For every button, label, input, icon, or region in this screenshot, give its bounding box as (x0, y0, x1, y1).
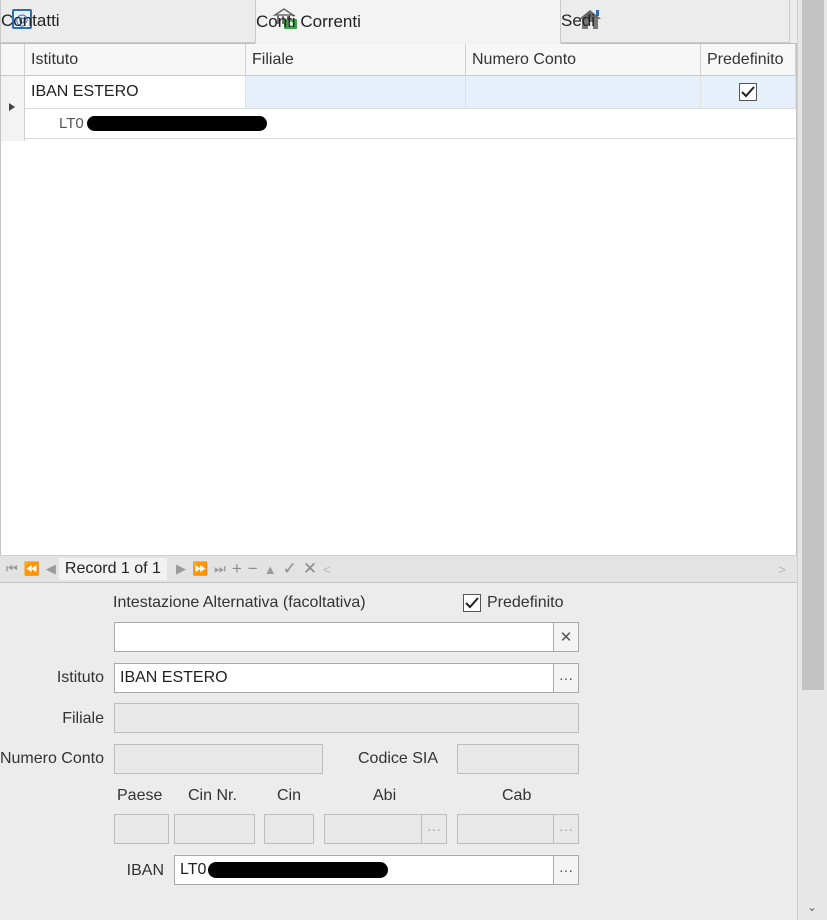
paese-label: Paese (117, 787, 163, 804)
row-pointer-icon (9, 103, 15, 111)
cell-numero-conto[interactable] (466, 76, 701, 108)
clear-button[interactable]: ✕ (553, 622, 579, 652)
row-indicator[interactable] (1, 76, 25, 141)
abi-label: Abi (373, 787, 397, 804)
predefinito-form-checkbox[interactable] (463, 594, 481, 612)
cell-filiale[interactable] (246, 76, 466, 108)
predefinito-checkbox[interactable] (739, 83, 757, 101)
paese-field[interactable] (114, 814, 169, 844)
scroll-down-icon[interactable]: ⌄ (807, 900, 817, 914)
tab-bar: @ Contatti Conti Correnti Sedi (0, 0, 797, 44)
istituto-field[interactable]: IBAN ESTERO (114, 663, 554, 693)
scrollbar-thumb[interactable] (802, 0, 824, 690)
tab-sedi-label: Sedi (561, 11, 596, 30)
filiale-label: Filiale (62, 710, 104, 727)
tab-conti-correnti[interactable]: Conti Correnti (255, 0, 561, 44)
detail-iban-prefix: LT0 (59, 115, 84, 132)
ellipsis-icon: ··· (559, 670, 573, 686)
iban-field[interactable]: LT0 (174, 855, 554, 885)
grid-corner (1, 44, 25, 76)
column-header-predefinito[interactable]: Predefinito (701, 44, 796, 76)
prev-page-icon[interactable]: ⏪ (21, 561, 43, 577)
iban-prefix: LT0 (180, 861, 207, 878)
istituto-label: Istituto (56, 669, 104, 686)
column-header-filiale[interactable]: Filiale (246, 44, 466, 76)
redaction-bar (208, 862, 389, 878)
ellipsis-icon: ··· (559, 862, 573, 878)
redaction-bar (87, 116, 267, 131)
column-header-filiale-label: Filiale (252, 50, 294, 68)
edit-record-icon[interactable]: ▲ (261, 562, 280, 577)
cancel-record-icon[interactable]: ✕ (300, 559, 320, 579)
cell-istituto-text: IBAN ESTERO (31, 83, 139, 100)
cab-label: Cab (502, 787, 532, 804)
cell-istituto[interactable]: IBAN ESTERO (25, 76, 246, 108)
column-header-istituto-label: Istituto (31, 50, 79, 68)
filiale-field[interactable] (114, 703, 579, 733)
tab-sedi[interactable]: Sedi (560, 0, 790, 43)
detail-row[interactable]: LT0 (25, 109, 796, 139)
record-navigator: ⏮ ⏪ ◀ Record 1 of 1 ▶ ⏩ ⏭ + − ▲ ✓ ✕ < > (0, 555, 797, 583)
ellipsis-icon: ··· (559, 821, 573, 837)
prev-record-icon[interactable]: ◀ (43, 561, 59, 577)
save-record-icon[interactable]: ✓ (280, 559, 300, 579)
column-header-istituto[interactable]: Istituto (25, 44, 246, 76)
clear-icon: ✕ (559, 629, 573, 646)
cin-label: Cin (277, 787, 302, 804)
tab-conti-correnti-label: Conti Correnti (256, 11, 361, 31)
cab-lookup-button[interactable]: ··· (553, 814, 579, 844)
table-row[interactable]: IBAN ESTERO (25, 76, 796, 109)
column-header-numero-conto-label: Numero Conto (472, 50, 577, 68)
checkmark-icon (465, 597, 479, 609)
abi-lookup-button[interactable]: ··· (421, 814, 447, 844)
codice-sia-label: Codice SIA (358, 750, 439, 767)
vertical-scrollbar[interactable]: ⌄ (797, 0, 827, 920)
codice-sia-field[interactable] (457, 744, 579, 774)
remove-record-icon[interactable]: − (245, 559, 261, 579)
cell-predefinito[interactable] (701, 76, 796, 108)
column-header-predefinito-label: Predefinito (707, 50, 784, 68)
next-record-icon[interactable]: ▶ (173, 561, 189, 577)
predefinito-form-label: Predefinito (487, 594, 564, 611)
cin-nr-label: Cin Nr. (188, 787, 237, 804)
cin-nr-field[interactable] (174, 814, 255, 844)
intestazione-label: Intestazione Alternativa (facoltativa) (113, 594, 366, 611)
add-record-icon[interactable]: + (229, 559, 245, 579)
istituto-lookup-button[interactable]: ··· (553, 663, 579, 693)
tab-contatti[interactable]: @ Contatti (0, 0, 256, 43)
predefinito-toggle[interactable]: Predefinito (463, 594, 564, 612)
checkmark-icon (741, 86, 755, 98)
tab-contatti-label: Contatti (1, 11, 60, 30)
scroll-left-icon[interactable]: < (320, 562, 334, 577)
iban-lookup-button[interactable]: ··· (553, 855, 579, 885)
next-page-icon[interactable]: ⏩ (189, 561, 211, 577)
intestazione-field[interactable] (114, 622, 554, 652)
scroll-right-icon[interactable]: > (775, 562, 789, 577)
first-page-icon[interactable]: ⏮ (3, 561, 21, 577)
ellipsis-icon: ··· (427, 821, 441, 837)
cab-field[interactable] (457, 814, 554, 844)
iban-label: IBAN (126, 862, 164, 879)
accounts-grid: Istituto Filiale Numero Conto Predefinit… (0, 44, 797, 556)
column-header-numero-conto[interactable]: Numero Conto (466, 44, 701, 76)
cin-field[interactable] (264, 814, 314, 844)
last-page-icon[interactable]: ⏭ (211, 561, 229, 577)
record-counter: Record 1 of 1 (58, 558, 167, 580)
numero-conto-label: Numero Conto (0, 750, 104, 767)
numero-conto-field[interactable] (114, 744, 323, 774)
abi-field[interactable] (324, 814, 422, 844)
